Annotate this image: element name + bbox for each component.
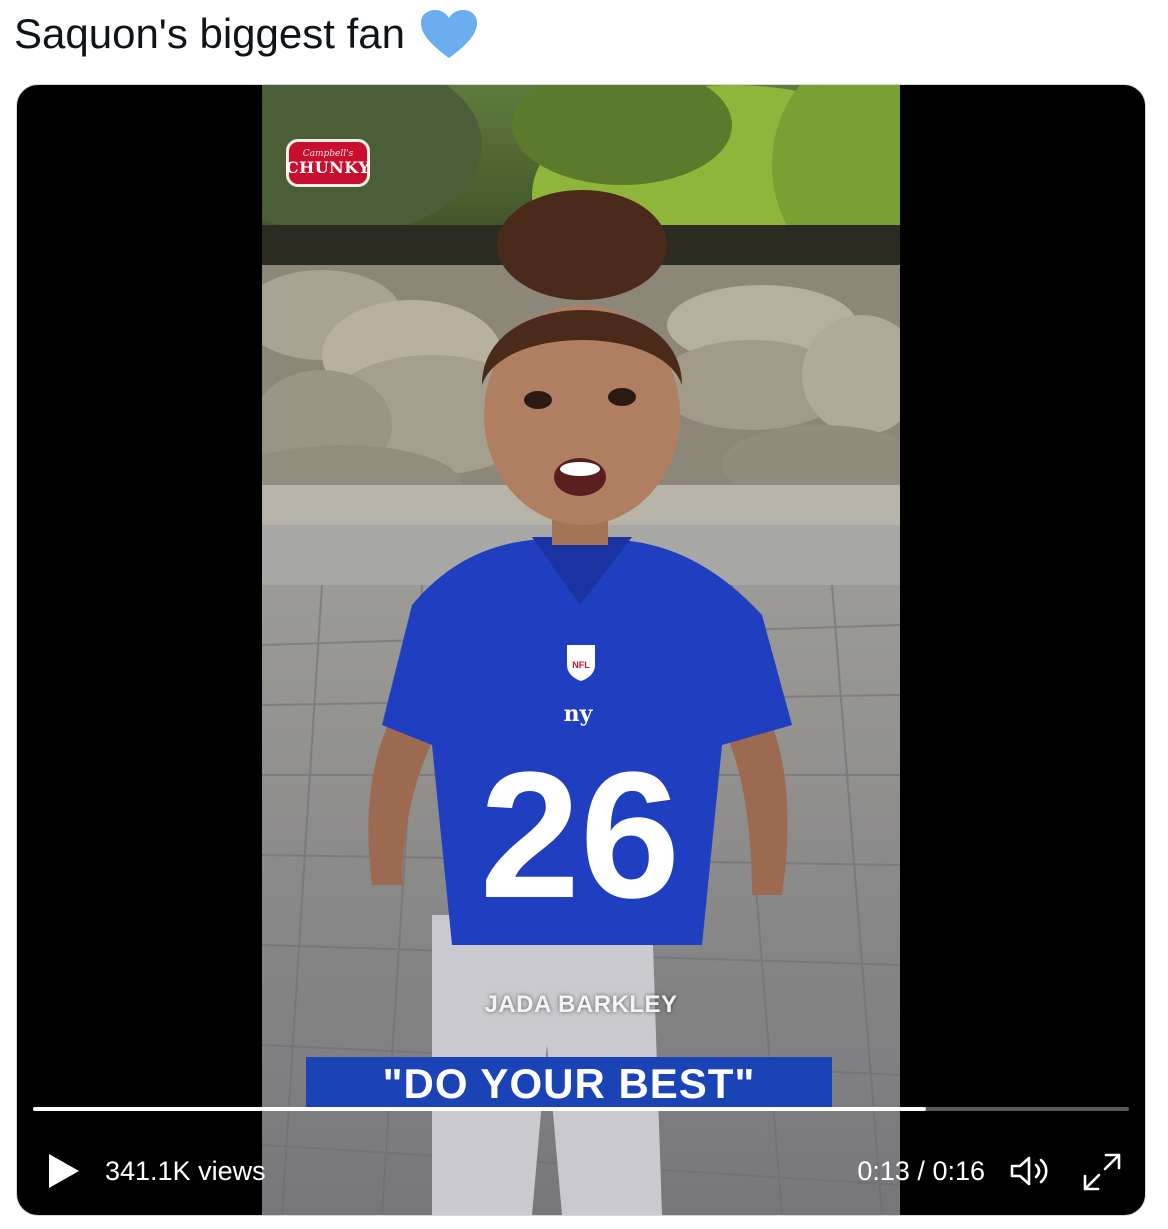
jersey-number: 26	[480, 735, 680, 936]
progress-bar[interactable]	[33, 1107, 1129, 1111]
view-count: 341.1K views	[105, 1156, 266, 1186]
caption-quote: "DO YOUR BEST"	[306, 1057, 832, 1111]
jersey-league: NFL	[572, 660, 590, 670]
video-scene: NFL ny 26	[262, 85, 900, 1215]
play-icon[interactable]	[43, 1151, 83, 1191]
duration: 0:16	[932, 1156, 985, 1186]
video-player[interactable]: NFL ny 26 Campbell's CHUNKY JADA BARKLEY…	[16, 84, 1146, 1216]
tweet-text: Saquon's biggest fan	[14, 6, 479, 62]
video-frame[interactable]: NFL ny 26 Campbell's CHUNKY JADA BARKLEY…	[262, 85, 900, 1215]
fullscreen-icon[interactable]	[1081, 1151, 1123, 1193]
progress-fill	[33, 1107, 927, 1111]
video-controls: 341.1K views 0:13 / 0:16	[17, 1135, 1145, 1205]
tweet-text-content: Saquon's biggest fan	[14, 10, 405, 57]
chunky-logo-name: CHUNKY	[285, 158, 371, 177]
caption-name: JADA BARKLEY	[484, 991, 678, 1018]
jersey-team: ny	[564, 701, 594, 727]
volume-icon[interactable]	[1009, 1153, 1051, 1189]
chunky-logo-brand: Campbell's	[302, 149, 354, 159]
time-display: 0:13 / 0:16	[857, 1153, 985, 1189]
current-time: 0:13	[857, 1156, 910, 1186]
time-separator: /	[917, 1156, 925, 1186]
blue-heart-icon	[420, 10, 477, 58]
chunky-logo: Campbell's CHUNKY	[286, 139, 370, 187]
